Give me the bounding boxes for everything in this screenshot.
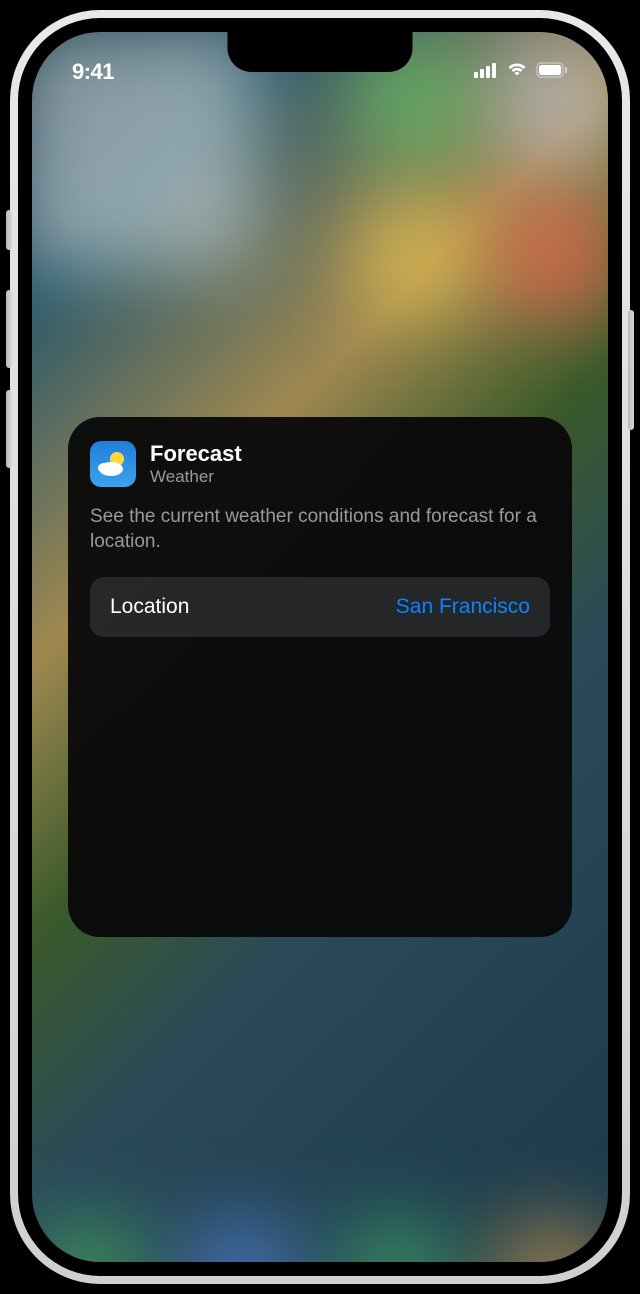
status-icons-group [474, 62, 568, 83]
widget-settings-panel: Forecast Weather See the current weather… [68, 417, 572, 937]
battery-icon [536, 62, 568, 83]
blurred-dock-icon [186, 1220, 300, 1262]
device-notch [228, 32, 413, 72]
widget-header-text: Forecast Weather [150, 441, 242, 488]
silent-switch [6, 210, 12, 250]
wifi-icon [506, 62, 528, 83]
blurred-dock-icon [495, 1220, 608, 1262]
location-setting-row[interactable]: Location San Francisco [90, 577, 550, 637]
blurred-dock [32, 1205, 608, 1262]
power-button [628, 310, 634, 430]
widget-title: Forecast [150, 441, 242, 467]
volume-down-button [6, 390, 12, 468]
blurred-dock-icon [32, 1220, 145, 1262]
status-time: 9:41 [72, 59, 114, 85]
blurred-dock-icon [340, 1220, 454, 1262]
cellular-signal-icon [474, 62, 498, 83]
volume-up-button [6, 290, 12, 368]
widget-subtitle: Weather [150, 467, 242, 487]
location-value: San Francisco [396, 595, 530, 619]
widget-panel-header: Forecast Weather [90, 441, 550, 488]
phone-device-frame: 9:41 [10, 10, 630, 1284]
phone-screen: 9:41 [32, 32, 608, 1262]
blurred-app-icon [498, 197, 608, 317]
blurred-app-icon [354, 197, 474, 317]
widget-description: See the current weather conditions and f… [90, 504, 550, 555]
location-label: Location [110, 595, 189, 619]
phone-bezel: 9:41 [18, 18, 622, 1276]
weather-app-icon [90, 441, 136, 487]
